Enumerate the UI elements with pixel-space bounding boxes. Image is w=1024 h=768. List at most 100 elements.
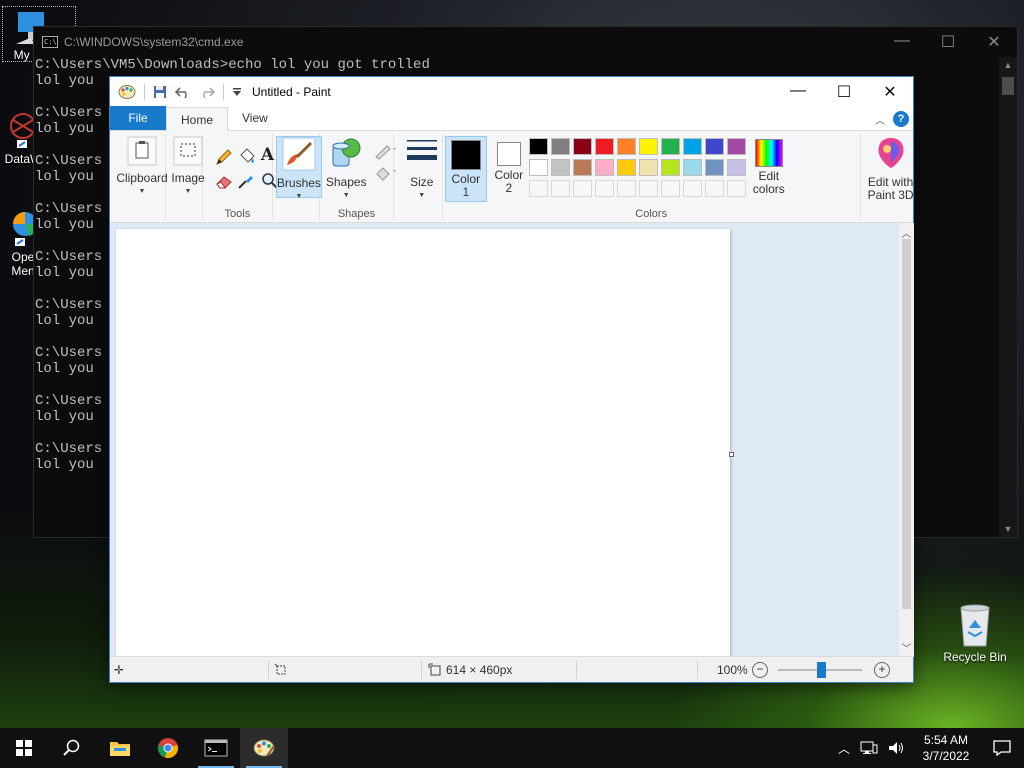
clipboard-button[interactable]: Clipboard ▼ — [114, 136, 170, 218]
desktop-icon-recycle-bin[interactable]: Recycle Bin — [940, 602, 1010, 664]
palette-color-swatch[interactable] — [550, 138, 570, 155]
palette-custom-color-slot[interactable] — [682, 180, 702, 197]
eraser-icon[interactable] — [215, 174, 233, 190]
taskbar-file-explorer[interactable] — [96, 728, 144, 768]
zoom-slider-thumb[interactable] — [817, 662, 826, 678]
palette-color-swatch[interactable] — [726, 138, 746, 155]
redo-icon[interactable] — [199, 85, 215, 99]
taskbar-cmd[interactable] — [192, 728, 240, 768]
edit-colors-button[interactable]: Edit colors — [749, 136, 789, 202]
palette-color-swatch[interactable] — [616, 159, 636, 176]
scroll-thumb[interactable] — [902, 239, 911, 609]
clock[interactable]: 5:54 AM 3/7/2022 — [912, 732, 980, 764]
palette-color-swatch[interactable] — [528, 138, 548, 155]
color-picker-icon[interactable] — [237, 172, 255, 190]
palette-custom-color-slot[interactable] — [572, 180, 592, 197]
cmd-line: C:\Users\VM5\Downloads>echo lol you got … — [35, 57, 430, 73]
palette-color-swatch[interactable] — [704, 138, 724, 155]
palette-custom-color-slot[interactable] — [528, 180, 548, 197]
palette-color-swatch[interactable] — [572, 159, 592, 176]
canvas-size-icon — [428, 663, 441, 676]
palette-custom-color-slot[interactable] — [616, 180, 636, 197]
zoom-out-button[interactable]: − — [752, 662, 768, 678]
palette-color-swatch[interactable] — [638, 159, 658, 176]
palette-color-swatch[interactable] — [594, 159, 614, 176]
canvas-vertical-scrollbar[interactable]: ︿ ﹀ — [899, 223, 914, 657]
shapes-button[interactable]: Shapes ▼ — [324, 136, 368, 202]
resize-handle-right[interactable] — [729, 452, 734, 457]
taskbar-chrome[interactable] — [144, 728, 192, 768]
brushes-button[interactable]: Brushes ▼ — [275, 136, 322, 200]
color-1-button[interactable]: Color 1 — [444, 136, 487, 202]
customize-qat-icon[interactable] — [232, 87, 242, 97]
cmd-titlebar[interactable]: C:\ C:\WINDOWS\system32\cmd.exe — ☐ ✕ — [34, 27, 1017, 57]
scroll-down-icon[interactable]: ﹀ — [899, 640, 914, 655]
shapes-group-label: Shapes — [337, 208, 376, 220]
paint-titlebar[interactable]: Untitled - Paint — ☐ ✕ — [110, 77, 913, 107]
tab-home[interactable]: Home — [166, 107, 229, 131]
palette-custom-color-slot[interactable] — [594, 180, 614, 197]
palette-custom-color-slot[interactable] — [660, 180, 680, 197]
search-button[interactable] — [48, 728, 96, 768]
close-button[interactable]: ✕ — [971, 32, 1017, 52]
palette-color-swatch[interactable] — [726, 159, 746, 176]
quick-access-toolbar — [110, 84, 242, 100]
start-button[interactable] — [0, 728, 48, 768]
palette-color-swatch[interactable] — [682, 138, 702, 155]
cmd-scroll-thumb[interactable] — [1002, 77, 1014, 95]
tab-file[interactable]: File — [110, 106, 166, 130]
palette-color-swatch[interactable] — [528, 159, 548, 176]
recycle-bin-icon — [960, 604, 990, 647]
canvas-area[interactable] — [110, 223, 899, 657]
cursor-position-icon: ✛ — [114, 663, 125, 677]
search-icon — [63, 739, 80, 756]
paint-app-icon[interactable] — [118, 84, 136, 100]
show-hidden-icons-icon[interactable]: ︿ — [832, 740, 856, 757]
cmd-icon: C:\ — [42, 36, 58, 48]
palette-color-swatch[interactable] — [572, 138, 592, 155]
collapse-ribbon-icon[interactable]: ︿ — [875, 112, 885, 127]
image-button[interactable]: Image ▼ — [170, 136, 206, 218]
pencil-icon[interactable] — [215, 148, 233, 166]
zoom-in-button[interactable]: + — [874, 662, 890, 678]
palette-color-swatch[interactable] — [616, 138, 636, 155]
drawing-canvas[interactable] — [116, 229, 730, 657]
network-icon[interactable] — [860, 740, 878, 756]
colors-group: Color 1 Color 2 Edit colors Colors — [443, 134, 861, 220]
palette-color-swatch[interactable] — [594, 138, 614, 155]
palette-custom-color-slot[interactable] — [550, 180, 570, 197]
palette-color-swatch[interactable] — [660, 159, 680, 176]
action-center-button[interactable] — [980, 740, 1024, 756]
size-button[interactable]: Size ▼ — [400, 136, 444, 202]
palette-color-swatch[interactable] — [704, 159, 724, 176]
maximize-button[interactable]: ☐ — [821, 82, 867, 102]
undo-icon[interactable] — [175, 85, 191, 99]
tab-view[interactable]: View — [228, 106, 282, 130]
palette-custom-color-slot[interactable] — [726, 180, 746, 197]
cmd-title: C:\WINDOWS\system32\cmd.exe — [64, 35, 244, 49]
palette-custom-color-slot[interactable] — [704, 180, 724, 197]
paint-window[interactable]: Untitled - Paint — ☐ ✕ File Home View ︿ … — [109, 76, 914, 683]
maximize-button[interactable]: ☐ — [925, 32, 971, 52]
scroll-up-icon[interactable]: ▲ — [999, 60, 1017, 70]
color-2-button[interactable]: Color 2 — [489, 136, 529, 202]
save-icon[interactable] — [153, 85, 167, 99]
selection-size-icon — [274, 663, 286, 675]
palette-color-swatch[interactable] — [638, 138, 658, 155]
help-icon[interactable]: ? — [893, 111, 909, 127]
palette-custom-color-slot[interactable] — [638, 180, 658, 197]
palette-color-swatch[interactable] — [682, 159, 702, 176]
minimize-button[interactable]: — — [775, 82, 821, 102]
scroll-down-icon[interactable]: ▼ — [999, 524, 1017, 534]
palette-color-swatch[interactable] — [550, 159, 570, 176]
palette-color-swatch[interactable] — [660, 138, 680, 155]
minimize-button[interactable]: — — [879, 32, 925, 52]
close-button[interactable]: ✕ — [867, 82, 913, 102]
volume-icon[interactable] — [888, 740, 906, 756]
fill-icon[interactable] — [237, 146, 257, 166]
taskbar-paint[interactable] — [240, 728, 288, 768]
edit-with-paint3d-button[interactable]: Edit with Paint 3D — [863, 136, 919, 202]
color-2-label: 2 — [505, 181, 513, 195]
scroll-up-icon[interactable]: ︿ — [899, 225, 914, 240]
cmd-scrollbar[interactable]: ▲ ▼ — [999, 57, 1017, 537]
